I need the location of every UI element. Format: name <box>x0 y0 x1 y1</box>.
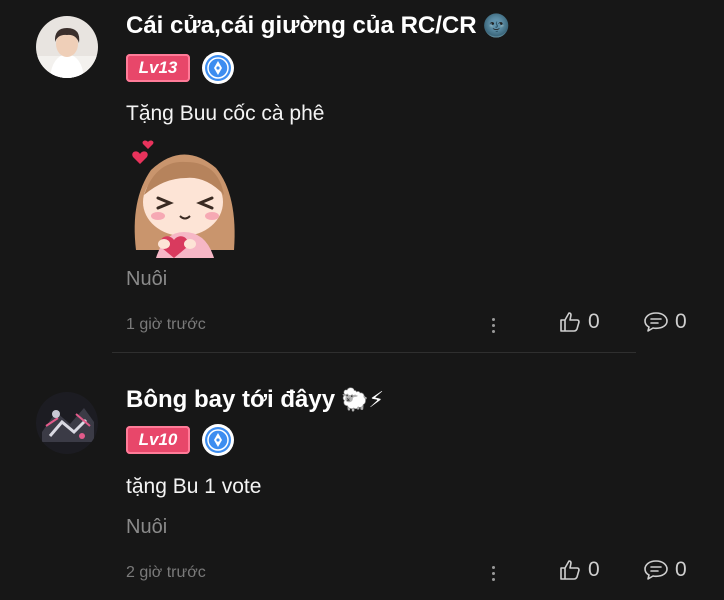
avatar[interactable] <box>36 392 98 454</box>
reply-count: 0 <box>675 558 687 581</box>
like-button[interactable]: 0 <box>558 310 600 334</box>
sticker-image <box>126 140 241 258</box>
name-emoji: 🐑⚡ <box>341 387 384 412</box>
author-name-text: Bông bay tới đâyy <box>126 386 336 413</box>
thumb-up-icon <box>560 312 580 332</box>
thumb-up-icon <box>560 560 580 580</box>
author-name[interactable]: Cái cửa,cái giường của RC/CR 🌚 <box>126 12 510 40</box>
comment-text: tặng Bu 1 vote <box>126 475 262 498</box>
more-vertical-icon[interactable] <box>486 560 500 586</box>
category-label[interactable]: Nuôi <box>126 516 167 539</box>
like-count: 0 <box>588 310 600 333</box>
like-button[interactable]: 0 <box>558 558 600 582</box>
badge-row: Lv10 <box>126 424 234 456</box>
more-vertical-icon[interactable] <box>486 312 500 338</box>
comment-item: Bông bay tới đâyy 🐑⚡ Lv10 tặng Bu 1 vote… <box>0 352 724 600</box>
reply-count: 0 <box>675 310 687 333</box>
timestamp: 1 giờ trước <box>126 316 206 333</box>
pen-badge-icon <box>202 52 234 84</box>
avatar[interactable] <box>36 16 98 78</box>
author-name[interactable]: Bông bay tới đâyy 🐑⚡ <box>126 386 384 414</box>
author-name-text: Cái cửa,cái giường của RC/CR <box>126 12 477 39</box>
comment-item: Cái cửa,cái giường của RC/CR 🌚 Lv13 Tặng… <box>0 0 724 352</box>
comment-bubble-icon <box>644 560 668 580</box>
comment-bubble-icon <box>644 312 668 332</box>
timestamp: 2 giờ trước <box>126 564 206 581</box>
badge-row: Lv13 <box>126 52 234 84</box>
reply-button[interactable]: 0 <box>643 310 687 334</box>
comment-text: Tặng Buu cốc cà phê <box>126 102 325 125</box>
name-emoji: 🌚 <box>482 13 510 38</box>
comment-footer: 1 giờ trước 0 0 <box>0 310 724 340</box>
reply-button[interactable]: 0 <box>643 558 687 582</box>
level-badge: Lv10 <box>126 426 190 454</box>
comment-footer: 2 giờ trước 0 0 <box>0 558 724 588</box>
pen-badge-icon <box>202 424 234 456</box>
like-count: 0 <box>588 558 600 581</box>
level-badge: Lv13 <box>126 54 190 82</box>
category-label[interactable]: Nuôi <box>126 268 167 291</box>
